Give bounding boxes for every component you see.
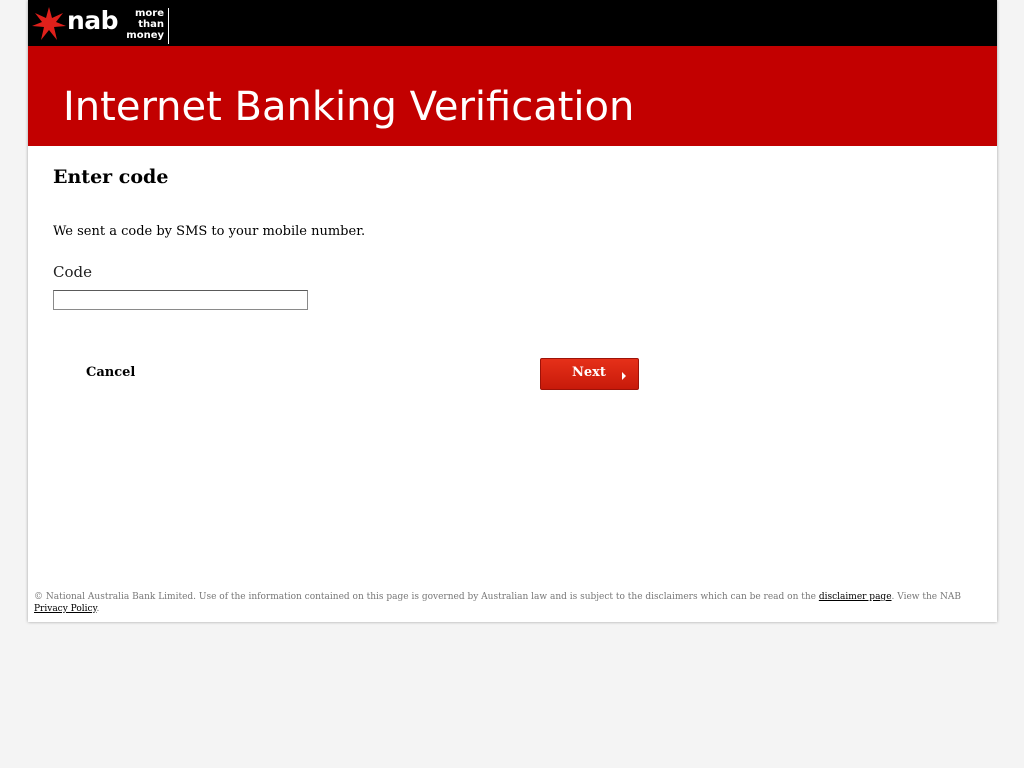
nab-logo[interactable]: nab more than money — [32, 5, 169, 44]
form-heading: Enter code — [53, 166, 169, 188]
footer-text: © National Australia Bank Limited. Use o… — [34, 592, 819, 602]
page-title: Internet Banking Verification — [63, 84, 635, 130]
next-button[interactable]: Next — [540, 358, 639, 390]
code-input[interactable] — [53, 290, 308, 310]
code-label: Code — [53, 263, 92, 281]
arrow-right-icon — [622, 372, 626, 380]
title-banner: Internet Banking Verification — [28, 46, 997, 146]
footer-text-middle: . View the NAB — [891, 592, 961, 602]
cancel-button[interactable]: Cancel — [86, 365, 135, 380]
brand-name: nab — [67, 6, 119, 35]
page-frame: nab more than money Internet Banking Ver… — [28, 0, 997, 622]
disclaimer-link[interactable]: disclaimer page — [819, 592, 892, 602]
nab-star-icon — [32, 7, 66, 40]
sms-message: We sent a code by SMS to your mobile num… — [53, 224, 366, 239]
next-button-label: Next — [572, 365, 606, 380]
top-bar: nab more than money — [28, 0, 997, 46]
privacy-policy-link[interactable]: Privacy Policy — [34, 604, 96, 614]
footer-text-end: . — [96, 604, 100, 614]
footer: © National Australia Bank Limited. Use o… — [34, 591, 974, 615]
brand-tagline: more than money — [126, 8, 169, 44]
